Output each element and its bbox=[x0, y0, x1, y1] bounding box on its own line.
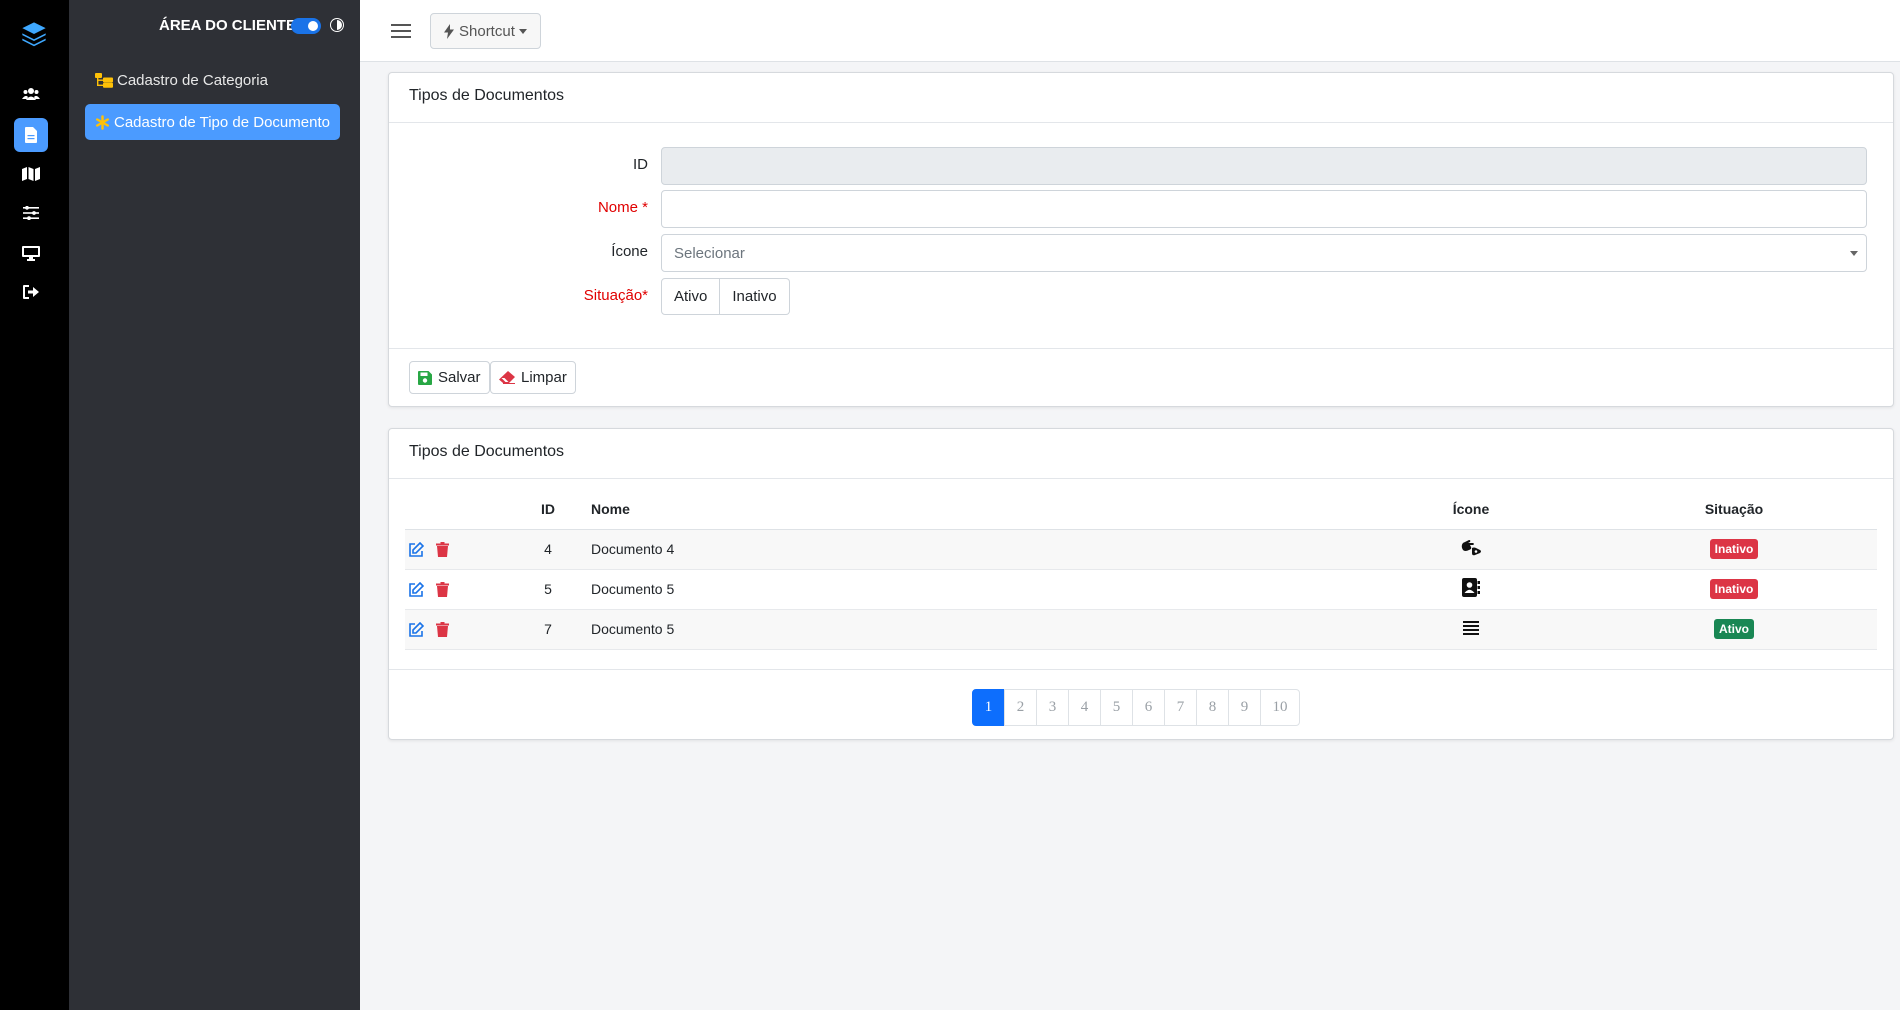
logout-icon[interactable] bbox=[14, 275, 48, 309]
save-icon bbox=[418, 370, 432, 385]
form-card-title: Tipos de Documentos bbox=[389, 73, 1893, 123]
sign-language-icon bbox=[1461, 539, 1481, 555]
situacao-button-group: Ativo Inativo bbox=[661, 278, 790, 315]
icon-rail bbox=[0, 0, 69, 1010]
theme-toggle[interactable] bbox=[291, 18, 321, 34]
table-row: 7 Documento 5 Ativo bbox=[405, 609, 1877, 650]
folder-tree-icon bbox=[95, 72, 113, 88]
bolt-icon bbox=[444, 23, 454, 39]
row-nome: Documento 5 bbox=[591, 569, 1351, 610]
page-button[interactable]: 8 bbox=[1196, 689, 1229, 726]
nome-label: Nome * bbox=[597, 199, 648, 216]
table-header-row: ID Nome Ícone Situação bbox=[405, 489, 1877, 530]
page-button[interactable]: 2 bbox=[1004, 689, 1037, 726]
icone-label: Ícone bbox=[611, 243, 648, 260]
caret-down-icon bbox=[1850, 251, 1858, 256]
page-button[interactable]: 4 bbox=[1068, 689, 1101, 726]
id-row: ID bbox=[389, 147, 1893, 185]
edit-icon[interactable] bbox=[409, 542, 424, 558]
nome-field[interactable] bbox=[661, 190, 1867, 228]
shortcut-dropdown[interactable]: Shortcut bbox=[430, 13, 541, 49]
users-icon[interactable] bbox=[14, 77, 48, 111]
contrast-icon[interactable] bbox=[329, 17, 345, 33]
save-label: Salvar bbox=[438, 369, 481, 386]
layers-logo-icon[interactable] bbox=[20, 20, 48, 48]
page-button[interactable]: 7 bbox=[1164, 689, 1197, 726]
edit-icon[interactable] bbox=[409, 582, 424, 598]
address-book-icon bbox=[1462, 578, 1480, 597]
sliders-icon[interactable] bbox=[14, 196, 48, 230]
area-title: ÁREA DO CLIENTE bbox=[159, 17, 296, 34]
row-nome: Documento 5 bbox=[591, 609, 1351, 650]
status-badge: Inativo bbox=[1709, 579, 1759, 599]
align-justify-icon bbox=[1463, 620, 1479, 635]
page-button[interactable]: 5 bbox=[1100, 689, 1133, 726]
table-row: 5 Documento 5 Inativo bbox=[405, 569, 1877, 610]
trash-icon[interactable] bbox=[435, 582, 449, 598]
sidebar: ÁREA DO CLIENTE Cadastro de Categoria Ca… bbox=[69, 0, 360, 1010]
row-id: 4 bbox=[505, 529, 591, 570]
eraser-icon bbox=[499, 371, 515, 384]
sidebar-item-cadastro-tipo-documento[interactable]: Cadastro de Tipo de Documento bbox=[85, 104, 340, 140]
status-badge: Inativo bbox=[1709, 539, 1759, 559]
id-header: ID bbox=[505, 489, 591, 530]
row-id: 5 bbox=[505, 569, 591, 610]
documents-table: ID Nome Ícone Situação 4 Documento 4 Ina… bbox=[405, 489, 1877, 650]
row-nome: Documento 4 bbox=[591, 529, 1351, 570]
nome-row: Nome * bbox=[389, 190, 1893, 228]
clear-label: Limpar bbox=[521, 369, 567, 386]
caret-down-icon bbox=[518, 28, 527, 34]
save-button[interactable]: Salvar bbox=[409, 361, 490, 394]
hamburger-menu-icon[interactable] bbox=[390, 20, 412, 42]
table-row: 4 Documento 4 Inativo bbox=[405, 529, 1877, 570]
map-icon[interactable] bbox=[14, 157, 48, 191]
nome-header: Nome bbox=[591, 489, 1351, 530]
page-button[interactable]: 9 bbox=[1228, 689, 1261, 726]
document-icon[interactable] bbox=[14, 118, 48, 152]
situacao-inativo-button[interactable]: Inativo bbox=[720, 278, 790, 315]
situacao-label: Situação* bbox=[583, 287, 648, 304]
trash-icon[interactable] bbox=[435, 622, 449, 638]
clear-button[interactable]: Limpar bbox=[490, 361, 576, 394]
list-card-title: Tipos de Documentos bbox=[389, 429, 1893, 479]
id-label: ID bbox=[633, 156, 648, 173]
monitor-icon[interactable] bbox=[14, 236, 48, 270]
situacao-row: Situação* Ativo Inativo bbox=[389, 278, 1893, 316]
row-id: 7 bbox=[505, 609, 591, 650]
pagination: 1 2 3 4 5 6 7 8 9 10 bbox=[972, 689, 1300, 726]
situacao-ativo-button[interactable]: Ativo bbox=[661, 278, 721, 315]
list-card: Tipos de Documentos ID Nome Ícone Situaç… bbox=[388, 428, 1894, 740]
form-footer: Salvar Limpar bbox=[389, 348, 1893, 406]
icone-select-placeholder: Selecionar bbox=[674, 244, 745, 262]
actions-header bbox=[405, 489, 505, 530]
list-divider bbox=[389, 669, 1893, 670]
asterisk-icon bbox=[95, 114, 110, 130]
trash-icon[interactable] bbox=[435, 542, 449, 558]
icone-select[interactable]: Selecionar bbox=[661, 234, 1867, 272]
page-button[interactable]: 1 bbox=[972, 689, 1005, 726]
shortcut-label: Shortcut bbox=[459, 22, 515, 40]
icone-row: Ícone Selecionar bbox=[389, 234, 1893, 272]
page-button[interactable]: 10 bbox=[1260, 689, 1300, 726]
sidebar-item-cadastro-categoria[interactable]: Cadastro de Categoria bbox=[85, 62, 340, 98]
sidebar-item-label: Cadastro de Categoria bbox=[117, 71, 268, 89]
form-card: Tipos de Documentos ID Nome * Ícone Sele… bbox=[388, 72, 1894, 407]
edit-icon[interactable] bbox=[409, 622, 424, 638]
status-badge: Ativo bbox=[1714, 619, 1754, 639]
sidebar-item-label: Cadastro de Tipo de Documento bbox=[114, 113, 330, 131]
id-field bbox=[661, 147, 1867, 185]
top-bar: Shortcut bbox=[360, 0, 1900, 62]
page-button[interactable]: 3 bbox=[1036, 689, 1069, 726]
icone-header: Ícone bbox=[1351, 489, 1591, 530]
situacao-header: Situação bbox=[1591, 489, 1877, 530]
page-button[interactable]: 6 bbox=[1132, 689, 1165, 726]
